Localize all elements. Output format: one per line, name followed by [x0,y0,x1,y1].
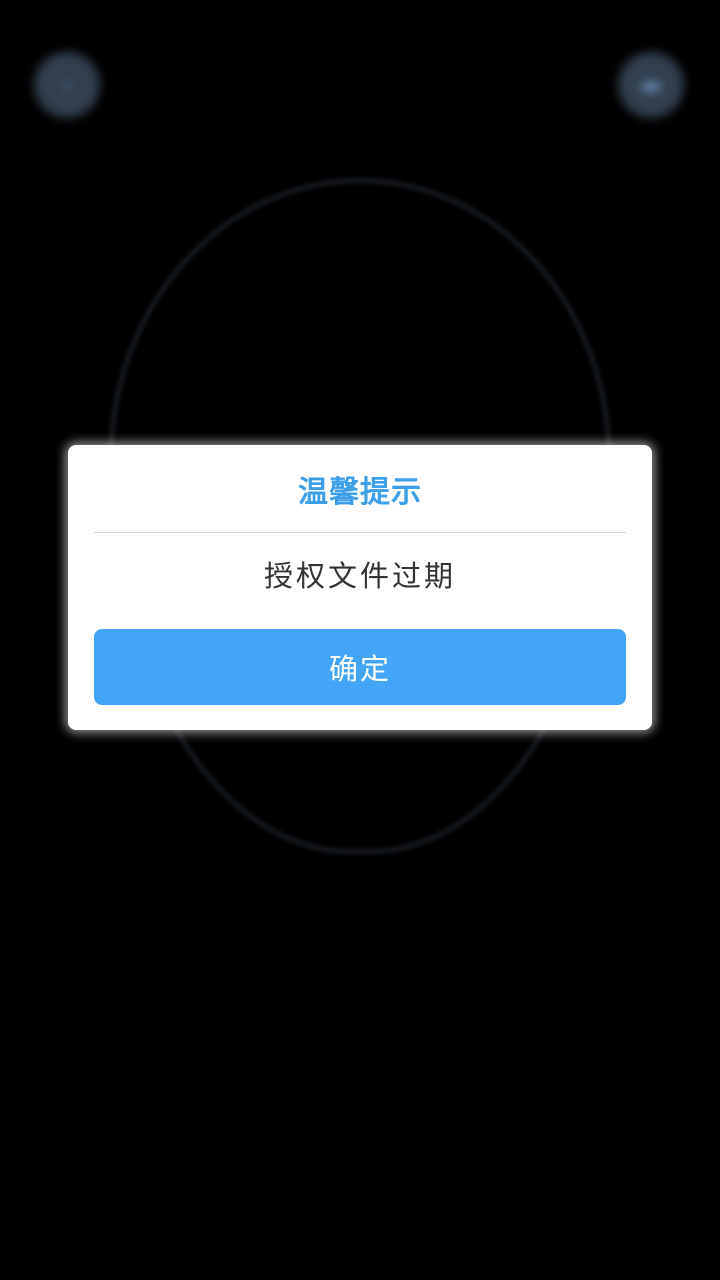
switch-camera-icon: ▬ [639,71,663,99]
alert-dialog: 温馨提示 授权文件过期 确定 [68,445,652,730]
confirm-button[interactable]: 确定 [94,629,626,705]
dialog-divider [94,532,626,533]
back-icon: ‹ [62,71,72,99]
dialog-title: 温馨提示 [298,475,422,510]
switch-camera-button[interactable]: ▬ [618,52,684,118]
back-button[interactable]: ‹ [34,52,100,118]
camera-screen: ‹ ▬ 温馨提示 授权文件过期 确定 [0,0,720,1280]
dialog-message: 授权文件过期 [263,559,456,593]
